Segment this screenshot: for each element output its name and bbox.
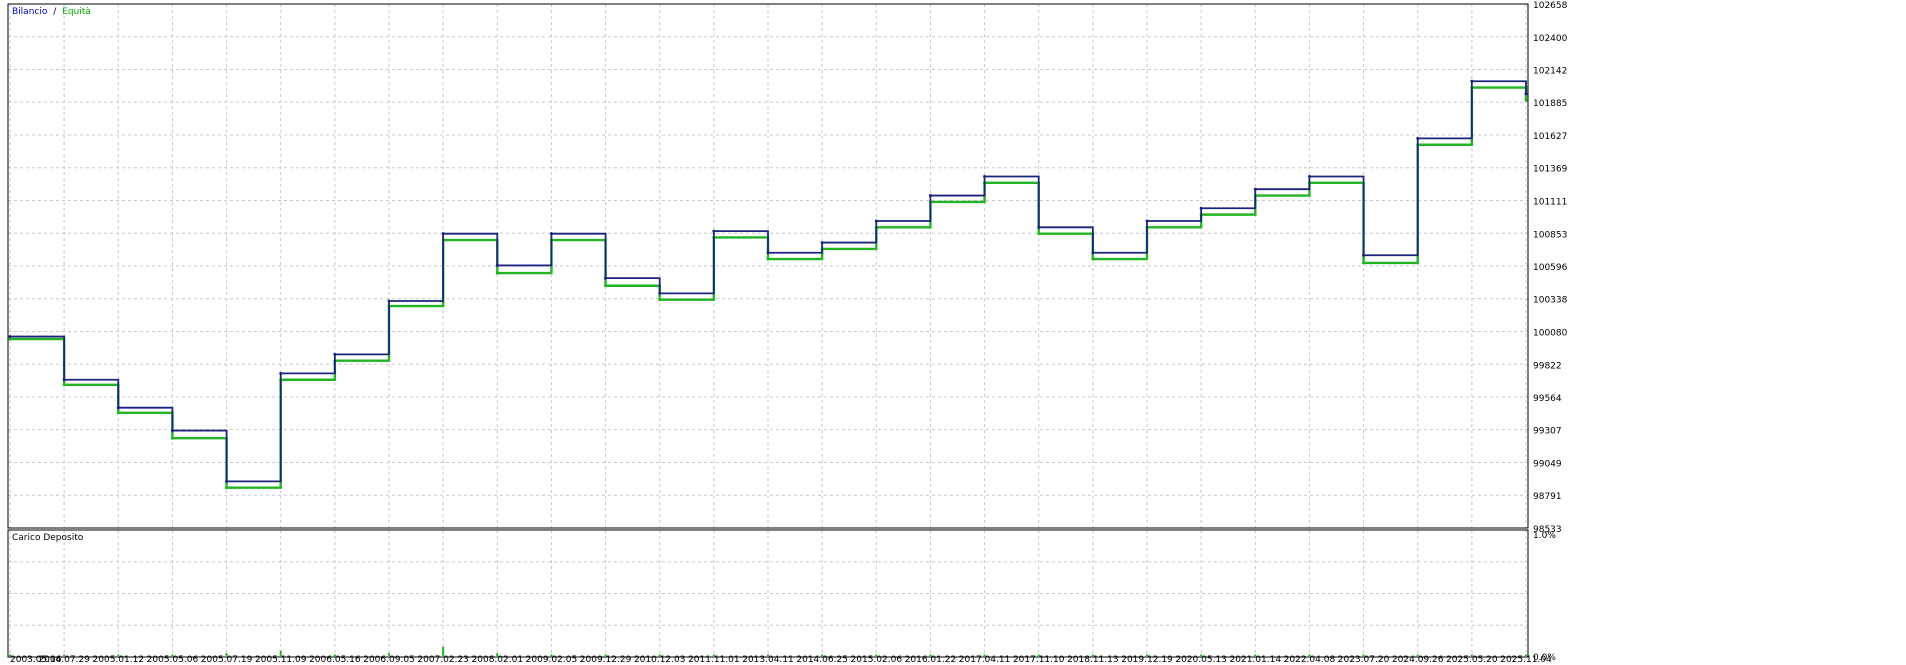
data-point: [495, 271, 499, 275]
data-point: [658, 298, 662, 302]
x-tick-label: 2025.05.20: [1446, 655, 1498, 665]
x-tick-label: 2013.04.11: [742, 655, 794, 665]
sub-panel-y-top-label: 1.0%: [1533, 531, 1556, 541]
data-point: [549, 232, 553, 236]
data-point: [820, 241, 824, 245]
sub-panel-y-bottom-label: 0.0%: [1533, 653, 1556, 663]
sub-panel-title: Carico Deposito: [12, 533, 84, 543]
y-tick-label: 101627: [1533, 132, 1567, 142]
y-tick-label: 100338: [1533, 296, 1568, 306]
data-point: [1037, 232, 1041, 236]
y-tick-label: 99049: [1533, 459, 1562, 469]
x-tick-label: 2022.04.08: [1284, 655, 1336, 665]
data-point: [8, 335, 12, 339]
legend-balance-label: Bilancio: [12, 7, 48, 17]
data-point: [1524, 98, 1528, 102]
data-point: [604, 284, 608, 288]
x-tick-label: 2006.05.16: [309, 655, 361, 665]
data-point: [495, 263, 499, 267]
x-tick-label: 2016.01.22: [905, 655, 957, 665]
y-tick-label: 100596: [1533, 263, 1568, 273]
data-point: [766, 257, 770, 261]
data-point: [116, 406, 120, 410]
y-tick-label: 100853: [1533, 230, 1567, 240]
x-tick-label: 2009.12.29: [580, 655, 632, 665]
data-point: [1199, 206, 1203, 210]
x-tick-label: 2024.09.26: [1392, 655, 1444, 665]
x-tick-label: 2011.11.01: [688, 655, 740, 665]
x-tick-label: 2004.07.29: [38, 655, 90, 665]
data-point: [62, 383, 66, 387]
x-tick-label: 2008.02.01: [472, 655, 524, 665]
data-point: [1524, 92, 1528, 96]
y-tick-label: 102142: [1533, 67, 1567, 77]
x-axis-labels: 2003.05.162004.07.29 2005.01.12 2005.05.06…: [10, 655, 1552, 665]
y-tick-label: 102658: [1533, 1, 1568, 11]
y-tick-label: 99307: [1533, 427, 1562, 437]
y-tick-label: 101885: [1533, 99, 1567, 109]
data-point: [1416, 136, 1420, 140]
data-point: [225, 479, 229, 483]
data-point: [658, 291, 662, 295]
data-point: [766, 251, 770, 255]
data-point: [116, 411, 120, 415]
data-point: [387, 299, 391, 303]
x-tick-label: 2017.04.11: [959, 655, 1011, 665]
x-tick-label: 2020.05.13: [1175, 655, 1227, 665]
y-tick-label: 100080: [1533, 328, 1568, 338]
y-tick-label: 99564: [1533, 394, 1562, 404]
data-point: [1037, 225, 1041, 229]
x-tick-label: 2005.11.09: [255, 655, 307, 665]
data-point: [604, 276, 608, 280]
x-tick-label: 2005.05.06: [147, 655, 199, 665]
x-tick-label: 2009.02.05: [526, 655, 578, 665]
legend-separator: /: [53, 7, 57, 17]
x-tick-label: 2005.01.12: [93, 655, 145, 665]
y-tick-label: 101369: [1533, 165, 1568, 175]
data-point: [225, 486, 229, 490]
x-tick-label: 2018.11.13: [1067, 655, 1119, 665]
chart-background: [0, 0, 1906, 665]
x-tick-label: 2023.07.20: [1338, 655, 1390, 665]
y-tick-label: 99822: [1533, 361, 1562, 371]
x-tick-label: 2005.07.19: [201, 655, 253, 665]
data-point: [712, 229, 716, 233]
data-point: [928, 194, 932, 198]
data-point: [983, 175, 987, 179]
x-tick-label: 2021.01.14: [1230, 655, 1282, 665]
x-tick-label: 2006.09.05: [363, 655, 415, 665]
data-point: [1091, 251, 1095, 255]
data-point: [1145, 219, 1149, 223]
x-tick-label: 2015.02.06: [851, 655, 903, 665]
data-point: [1253, 187, 1257, 191]
data-point: [170, 436, 174, 440]
x-tick-label: 2010.12.03: [634, 655, 686, 665]
x-tick-label: 2017.11.10: [1013, 655, 1065, 665]
data-point: [170, 429, 174, 433]
data-point: [333, 352, 337, 356]
data-point: [62, 378, 66, 382]
legend-equity-label: Equità: [62, 7, 91, 17]
x-tick-label: 2019.12.19: [1121, 655, 1173, 665]
data-point: [1307, 175, 1311, 179]
y-tick-label: 98791: [1533, 492, 1562, 502]
y-tick-label: 102400: [1533, 34, 1568, 44]
chart-root: 102658 102400 102142 101885 101627 101369 1011…: [0, 0, 1906, 665]
data-point: [1362, 261, 1366, 265]
data-point: [1362, 253, 1366, 257]
x-tick-label: 2007.02.23: [417, 655, 469, 665]
x-tick-label: 2014.06.25: [796, 655, 848, 665]
data-point: [441, 232, 445, 236]
data-point: [279, 371, 283, 375]
data-point: [874, 219, 878, 223]
y-tick-label: 101111: [1533, 198, 1567, 208]
data-point: [1091, 257, 1095, 261]
data-point: [1470, 79, 1474, 83]
